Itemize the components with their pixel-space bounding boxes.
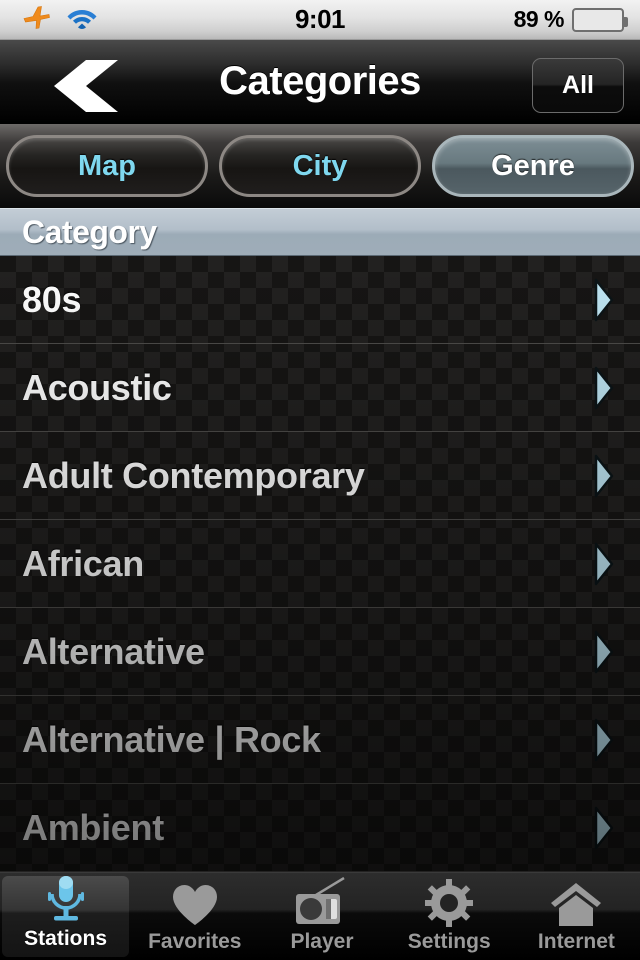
list-item-label: 80s: [22, 278, 82, 320]
list-item[interactable]: Alternative: [0, 608, 640, 696]
status-bar-center: 9:01: [200, 4, 440, 35]
segment-map[interactable]: Map: [6, 135, 208, 197]
list-item-label: Alternative | Rock: [22, 718, 321, 760]
list-item-label: Ambient: [22, 806, 164, 848]
status-bar: 9:01 89 %: [0, 0, 640, 40]
section-header-label: Category: [22, 213, 157, 250]
tab-label: Stations: [24, 927, 108, 950]
app-root: 9:01 89 % Categories All Map City Genre …: [0, 0, 640, 960]
chevron-right-icon: [592, 542, 614, 586]
list-item[interactable]: 80s: [0, 256, 640, 344]
gear-icon: [425, 877, 474, 927]
tab-internet[interactable]: Internet: [513, 873, 640, 960]
list-item-label: Acoustic: [22, 366, 172, 408]
segmented-control: Map City Genre: [0, 124, 640, 208]
tab-settings[interactable]: Settings: [386, 873, 513, 960]
chevron-right-icon: [592, 454, 614, 498]
list-item-label: Adult Contemporary: [22, 454, 365, 496]
list-item-label: Alternative: [22, 630, 205, 672]
segment-genre[interactable]: Genre: [432, 135, 634, 197]
chevron-right-icon: [592, 278, 614, 322]
battery-percent-label: 89 %: [513, 6, 565, 32]
list-item[interactable]: Acoustic: [0, 344, 640, 432]
tab-player[interactable]: Player: [258, 873, 385, 960]
section-header: Category: [0, 208, 640, 256]
segment-map-label: Map: [78, 149, 136, 182]
house-icon: [550, 877, 602, 927]
microphone-icon: [43, 874, 89, 924]
segment-genre-label: Genre: [491, 149, 575, 182]
navigation-bar: Categories All: [0, 40, 640, 124]
tab-label: Settings: [407, 930, 491, 953]
chevron-right-icon: [592, 718, 614, 762]
chevron-right-icon: [592, 806, 614, 850]
segment-city[interactable]: City: [219, 135, 421, 197]
list-item-label: African: [22, 542, 144, 584]
tab-label: Favorites: [148, 930, 242, 953]
list-item[interactable]: African: [0, 520, 640, 608]
status-bar-clock: 9:01: [294, 4, 346, 34]
tab-bar: Stations Favorites Player Settings Internet: [0, 872, 640, 960]
radio-icon: [294, 877, 350, 927]
list-item[interactable]: Adult Contemporary: [0, 432, 640, 520]
all-button-label: All: [562, 71, 594, 99]
heart-icon: [171, 877, 219, 927]
status-bar-left: [0, 4, 200, 35]
segment-city-label: City: [292, 149, 348, 182]
wifi-icon: [66, 5, 98, 34]
category-list[interactable]: 80s Acoustic Adult Contemporary African Alte…: [0, 256, 640, 872]
chevron-right-icon: [592, 630, 614, 674]
tab-stations[interactable]: Stations: [2, 874, 130, 957]
list-item[interactable]: Alternative | Rock: [0, 696, 640, 784]
battery-icon: [572, 7, 628, 32]
tab-label: Player: [290, 930, 354, 953]
status-bar-right: 89 %: [440, 6, 640, 33]
airplane-icon: [22, 4, 52, 35]
list-item[interactable]: Ambient: [0, 784, 640, 872]
chevron-right-icon: [592, 366, 614, 410]
all-button[interactable]: All: [532, 58, 624, 113]
tab-favorites[interactable]: Favorites: [131, 873, 258, 960]
tab-label: Internet: [537, 930, 615, 953]
